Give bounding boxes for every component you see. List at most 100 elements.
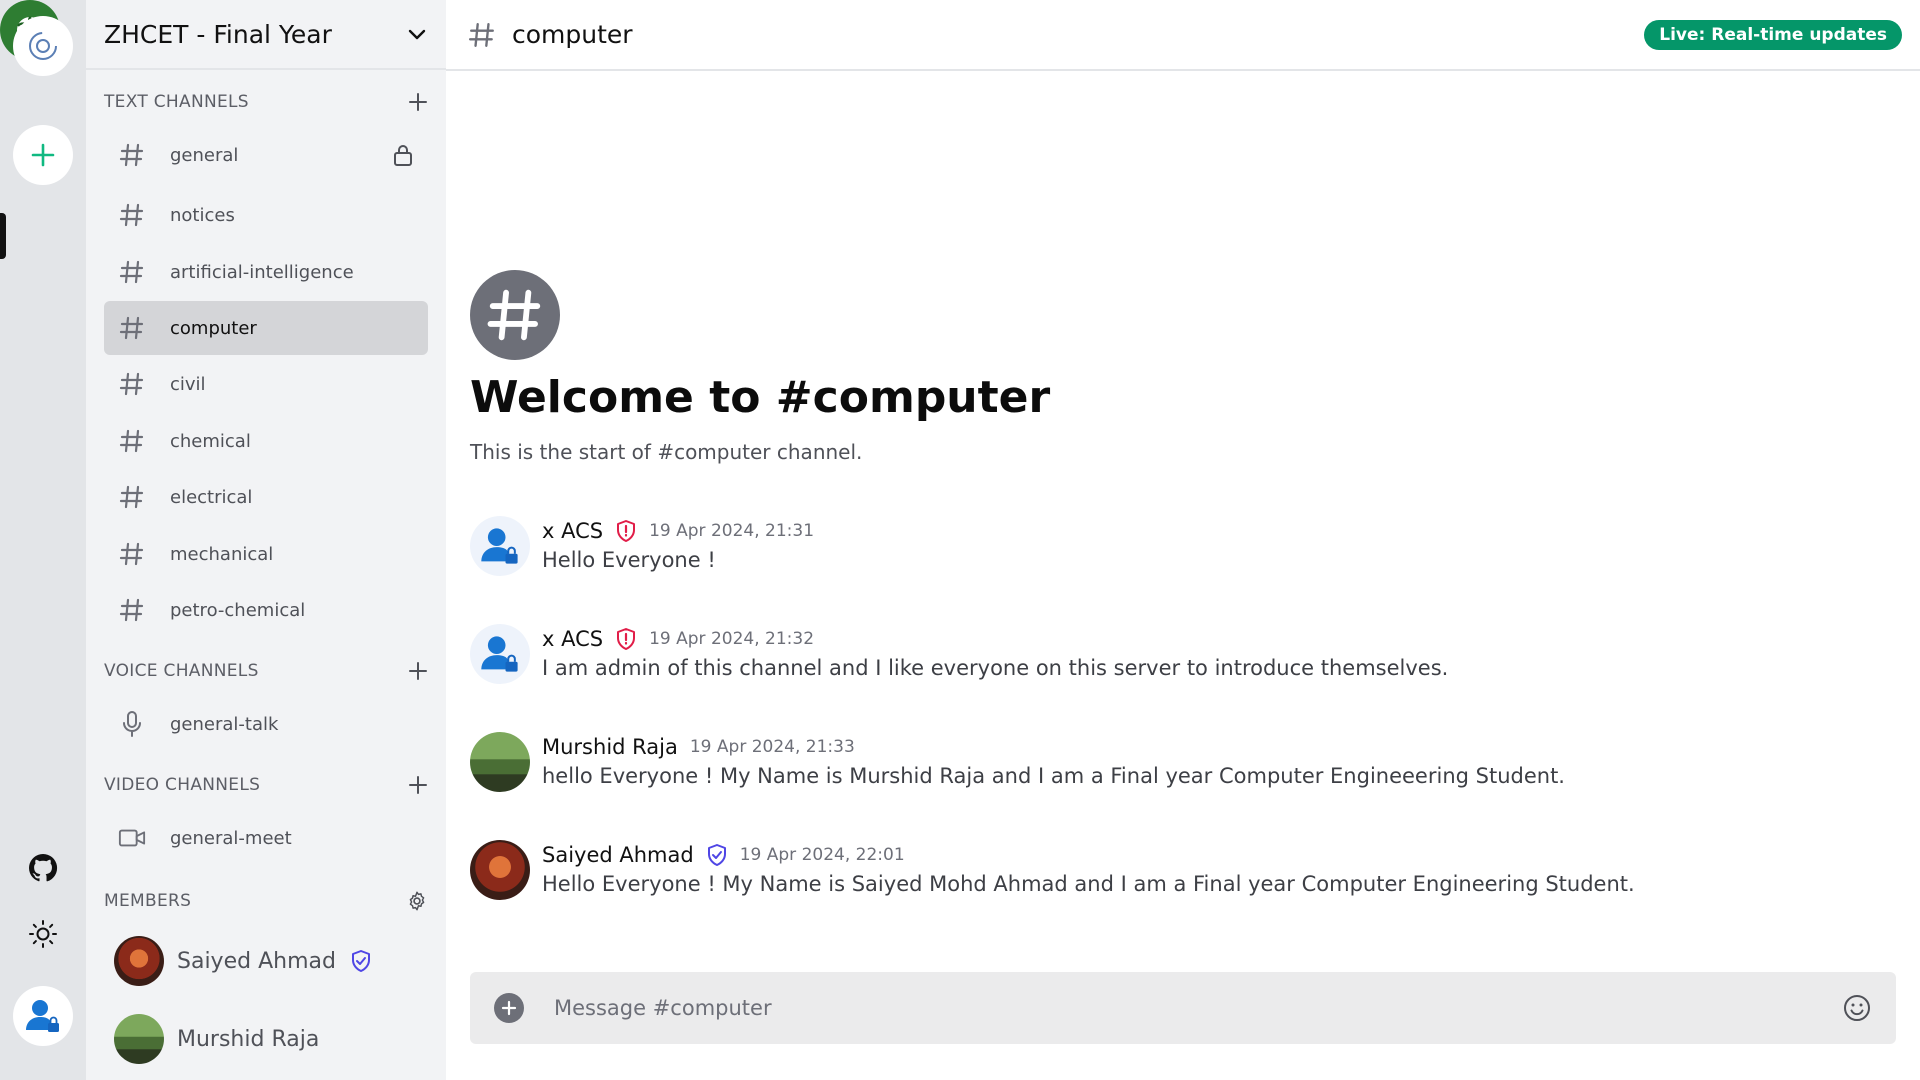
message-author[interactable]: Saiyed Ahmad xyxy=(542,843,694,867)
video-channels-header: VIDEO CHANNELS xyxy=(104,775,428,795)
video-channels-title: VIDEO CHANNELS xyxy=(104,775,261,795)
add-video-channel-icon[interactable] xyxy=(408,775,428,795)
channel-sidebar: ZHCET - Final Year TEXT CHANNELS general… xyxy=(86,0,446,1080)
github-icon xyxy=(29,853,58,882)
message-item: x ACS 19 Apr 2024, 21:31 Hello Everyone … xyxy=(470,516,1890,596)
channel-title: computer xyxy=(512,20,633,49)
chevron-down-icon[interactable] xyxy=(406,23,428,45)
github-link[interactable] xyxy=(27,852,59,888)
hash-icon xyxy=(118,597,146,623)
sun-icon xyxy=(29,920,57,948)
message-composer xyxy=(470,972,1896,1044)
channel-chemical[interactable]: chemical xyxy=(104,414,428,468)
channel-electrical[interactable]: electrical xyxy=(104,470,428,524)
add-voice-channel-icon[interactable] xyxy=(408,661,428,681)
message-text: I am admin of this channel and I like ev… xyxy=(542,656,1449,680)
avatar xyxy=(114,1014,164,1064)
channel-general-talk[interactable]: general-talk xyxy=(104,697,428,751)
active-server-indicator xyxy=(0,213,6,259)
gear-icon[interactable] xyxy=(406,890,428,912)
plus-icon xyxy=(501,1000,517,1016)
member-name: Saiyed Ahmad xyxy=(177,948,336,974)
app-logo-icon xyxy=(29,32,57,60)
members-header: MEMBERS xyxy=(104,890,428,912)
message-timestamp: 19 Apr 2024, 22:01 xyxy=(739,845,905,865)
member-saiyed-ahmad[interactable]: Saiyed Ahmad xyxy=(114,934,424,988)
member-murshid-raja[interactable]: Murshid Raja xyxy=(114,1012,424,1066)
channel-civil[interactable]: civil xyxy=(104,357,428,411)
user-lock-icon xyxy=(481,636,518,672)
message-item: Saiyed Ahmad 19 Apr 2024, 22:01 Hello Ev… xyxy=(470,840,1890,920)
avatar[interactable] xyxy=(470,732,530,792)
hash-icon xyxy=(118,541,146,567)
hash-icon xyxy=(118,428,146,454)
voice-channels-title: VOICE CHANNELS xyxy=(104,661,259,681)
add-text-channel-icon[interactable] xyxy=(408,92,428,112)
avatar[interactable] xyxy=(470,840,530,900)
add-server-button[interactable] xyxy=(13,125,73,185)
channel-topbar: computer Live: Real-time updates xyxy=(446,0,1920,71)
message-text: Hello Everyone ! xyxy=(542,548,716,572)
admin-shield-icon xyxy=(615,519,637,543)
moderator-shield-icon xyxy=(706,843,728,867)
live-status-badge: Live: Real-time updates xyxy=(1644,20,1902,50)
message-item: x ACS 19 Apr 2024, 21:32 I am admin of t… xyxy=(470,624,1890,704)
welcome-hash-icon xyxy=(470,270,560,360)
voice-channels-header: VOICE CHANNELS xyxy=(104,661,428,681)
video-camera-icon xyxy=(118,827,146,849)
channel-label: electrical xyxy=(170,486,253,508)
avatar[interactable] xyxy=(470,624,530,684)
hash-icon xyxy=(118,259,146,285)
message-input[interactable] xyxy=(554,996,1842,1020)
channel-label: general-meet xyxy=(170,827,292,849)
channel-computer[interactable]: computer xyxy=(104,301,428,355)
message-timestamp: 19 Apr 2024, 21:31 xyxy=(649,521,815,541)
channel-label: mechanical xyxy=(170,543,274,565)
text-channels-title: TEXT CHANNELS xyxy=(104,92,249,112)
avatar xyxy=(114,936,164,986)
hash-icon xyxy=(118,202,146,228)
channel-label: chemical xyxy=(170,430,251,452)
channel-artificial-intelligence[interactable]: artificial-intelligence xyxy=(104,245,428,299)
channel-mechanical[interactable]: mechanical xyxy=(104,527,428,581)
channel-general-meet[interactable]: general-meet xyxy=(104,811,428,865)
avatar[interactable] xyxy=(470,516,530,576)
message-text: Hello Everyone ! My Name is Saiyed Mohd … xyxy=(542,872,1635,896)
text-channels-header: TEXT CHANNELS xyxy=(104,92,428,112)
channel-label: notices xyxy=(170,204,235,226)
channel-label: general-talk xyxy=(170,713,279,735)
admin-shield-icon xyxy=(615,627,637,651)
message-author[interactable]: x ACS xyxy=(542,627,603,651)
message-author[interactable]: Murshid Raja xyxy=(542,735,678,759)
hash-icon xyxy=(118,315,146,341)
user-lock-icon xyxy=(26,1000,59,1032)
hash-icon xyxy=(118,371,146,397)
members-title: MEMBERS xyxy=(104,891,192,911)
theme-toggle[interactable] xyxy=(27,918,59,954)
user-account-button[interactable] xyxy=(13,986,73,1046)
chat-main: computer Live: Real-time updates Welcome… xyxy=(446,0,1920,1080)
attach-plus-button[interactable] xyxy=(494,993,524,1023)
moderator-shield-icon xyxy=(351,950,370,972)
channel-label: computer xyxy=(170,317,257,339)
microphone-icon xyxy=(118,710,146,738)
channel-label: artificial-intelligence xyxy=(170,261,354,283)
app-logo-button[interactable] xyxy=(13,16,73,76)
channel-notices[interactable]: notices xyxy=(104,188,428,242)
channel-general[interactable]: general xyxy=(104,128,428,182)
welcome-title: Welcome to #computer xyxy=(470,372,1051,423)
member-name: Murshid Raja xyxy=(177,1026,320,1052)
server-header[interactable]: ZHCET - Final Year xyxy=(86,0,446,70)
message-author[interactable]: x ACS xyxy=(542,519,603,543)
lock-icon xyxy=(394,145,412,166)
hash-icon xyxy=(468,22,494,47)
message-item: Murshid Raja 19 Apr 2024, 21:33 hello Ev… xyxy=(470,732,1890,812)
server-rail xyxy=(0,0,86,1080)
server-name: ZHCET - Final Year xyxy=(104,19,332,49)
channel-label: petro-chemical xyxy=(170,599,306,621)
channel-petro-chemical[interactable]: petro-chemical xyxy=(104,583,428,637)
message-timestamp: 19 Apr 2024, 21:33 xyxy=(689,737,855,757)
user-lock-icon xyxy=(481,528,518,564)
hash-icon xyxy=(118,484,146,510)
emoji-smile-icon[interactable] xyxy=(1842,993,1872,1023)
